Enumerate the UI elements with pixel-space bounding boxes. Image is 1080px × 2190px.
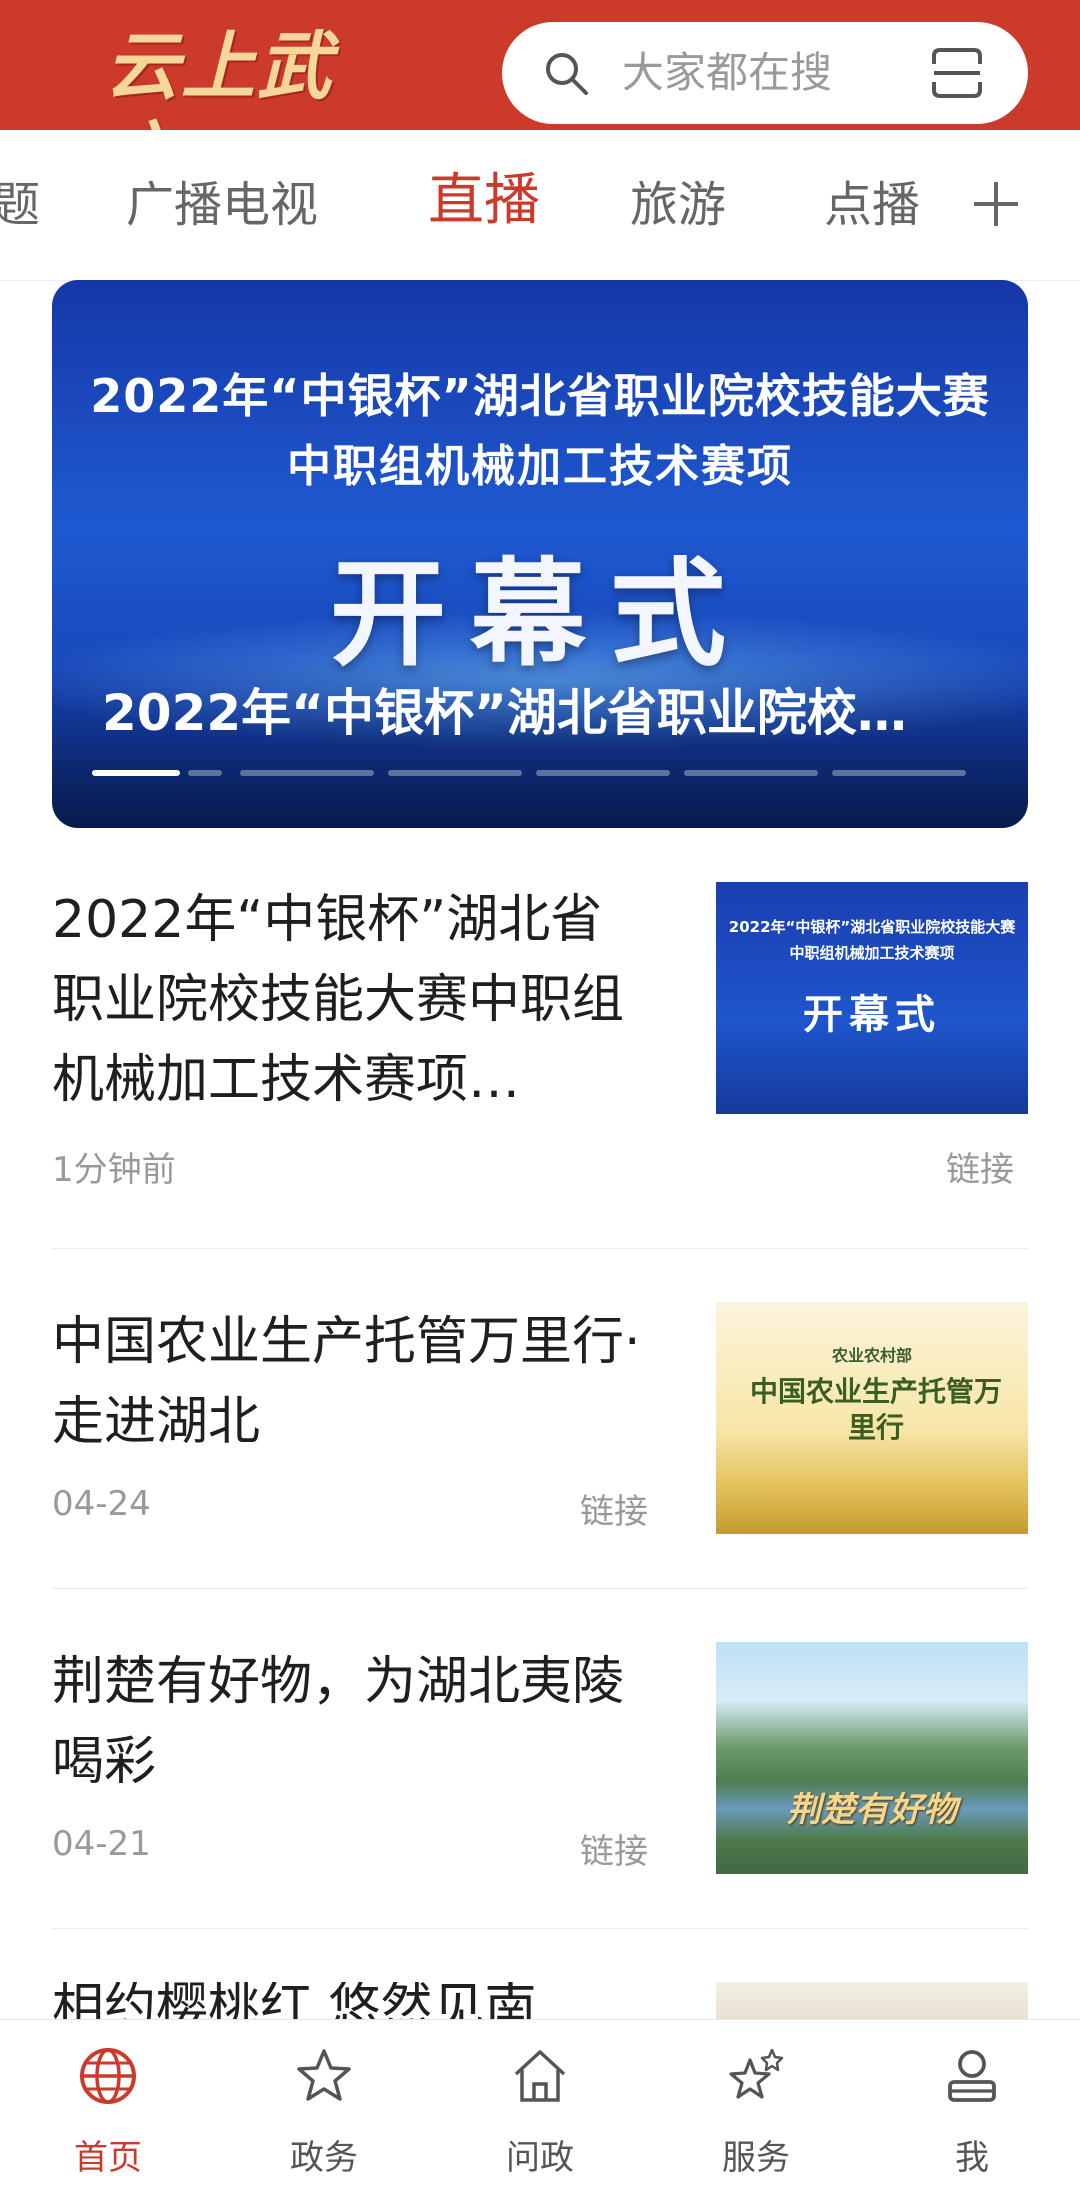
bottom-navigation: 首页 政务 问政 服务 我 — [0, 2019, 1080, 2190]
news-thumbnail: 农业农村部 中国农业生产托管万里行 — [716, 1302, 1028, 1534]
tab-topic[interactable]: 题 — [0, 172, 40, 238]
nav-label: 政务 — [290, 2138, 358, 2178]
search-bar[interactable]: 大家都在搜 — [502, 22, 1028, 124]
news-thumbnail: 荆楚有好物 — [716, 1642, 1028, 1874]
news-time: 04-24 — [52, 1484, 151, 1524]
featured-banner[interactable]: 2022年“中银杯”湖北省职业院校技能大赛 中职组机械加工技术赛项 开幕式 20… — [52, 280, 1028, 828]
nav-label: 首页 — [74, 2138, 142, 2178]
home-icon — [514, 2050, 566, 2102]
news-tag: 链接 — [580, 1492, 648, 1532]
news-item[interactable]: 相约樱桃红 悠然见南 — [52, 1982, 1028, 2019]
news-title: 中国农业生产托管万里行·走进湖北 — [52, 1312, 641, 1452]
thumb-subheadline: 中职组机械加工技术赛项 — [789, 944, 955, 962]
search-placeholder: 大家都在搜 — [622, 48, 833, 97]
banner-headline: 2022年“中银杯”湖北省职业院校技能大赛 — [90, 369, 990, 423]
carousel-dot[interactable] — [92, 770, 180, 776]
news-time: 1分钟前 — [52, 1150, 176, 1190]
thumb-headline: 2022年“中银杯”湖北省职业院校技能大赛 — [728, 918, 1016, 936]
nav-home[interactable]: 首页 — [0, 2020, 216, 2190]
news-title: 荆楚有好物，为湖北夷陵喝彩 — [52, 1652, 625, 1792]
news-time: 04-21 — [52, 1824, 151, 1864]
globe-icon — [80, 2048, 136, 2104]
app-header: 云上武穴 大家都在搜 — [0, 0, 1080, 200]
carousel-dot[interactable] — [240, 770, 374, 776]
search-icon — [546, 53, 588, 95]
thumb-title: 荆楚有好物 — [787, 1790, 957, 1830]
add-channel-icon[interactable] — [968, 176, 1024, 232]
news-item[interactable]: 中国农业生产托管万里行·走进湖北 农业农村部 中国农业生产托管万里行 04-24… — [52, 1302, 1028, 1542]
user-icon — [948, 2050, 996, 2102]
star-icon — [297, 2049, 351, 2101]
news-title: 2022年“中银杯”湖北省职业院校技能大赛中职组机械加工技术赛项… — [52, 890, 625, 1110]
tab-on-demand[interactable]: 点播 — [824, 172, 920, 238]
nav-profile[interactable]: 我 — [864, 2020, 1080, 2190]
carousel-dot[interactable] — [388, 770, 522, 776]
carousel-dot[interactable] — [684, 770, 818, 776]
nav-government[interactable]: 政务 — [216, 2020, 432, 2190]
carousel-dot[interactable] — [536, 770, 670, 776]
channel-tabs: 题 广播电视 直播 旅游 点播 — [0, 130, 1080, 281]
stars-icon — [729, 2048, 784, 2099]
banner-caption: 2022年“中银杯”湖北省职业院校… — [102, 684, 907, 742]
news-item[interactable]: 荆楚有好物，为湖北夷陵喝彩 荆楚有好物 04-21 链接 — [52, 1642, 1028, 1882]
scan-icon[interactable] — [930, 46, 984, 100]
app-logo: 云上武穴 — [105, 24, 333, 200]
carousel-dot[interactable] — [188, 770, 222, 776]
news-tag: 链接 — [946, 1150, 1014, 1190]
carousel-dot[interactable] — [832, 770, 966, 776]
divider — [52, 1588, 1028, 1589]
banner-subheadline: 中职组机械加工技术赛项 — [287, 441, 793, 492]
carousel-indicator — [92, 770, 992, 778]
thumb-org: 农业农村部 — [831, 1346, 912, 1365]
nav-label: 问政 — [506, 2138, 574, 2178]
news-item[interactable]: 2022年“中银杯”湖北省职业院校技能大赛中职组机械加工技术赛项… 2022年“… — [52, 880, 1028, 1200]
tab-broadcast-tv[interactable]: 广播电视 — [126, 172, 318, 238]
nav-label: 我 — [955, 2138, 989, 2178]
nav-service[interactable]: 服务 — [648, 2020, 864, 2190]
divider — [52, 1928, 1028, 1929]
nav-inquiry[interactable]: 问政 — [432, 2020, 648, 2190]
news-title: 相约樱桃红 悠然见南 — [52, 1982, 537, 2019]
thumb-big-text: 开幕式 — [803, 991, 941, 1038]
news-thumbnail — [716, 1982, 1028, 2019]
tab-travel[interactable]: 旅游 — [630, 172, 726, 238]
news-thumbnail: 2022年“中银杯”湖北省职业院校技能大赛 中职组机械加工技术赛项 开幕式 — [716, 882, 1028, 1114]
news-tag: 链接 — [580, 1832, 648, 1872]
nav-label: 服务 — [722, 2138, 790, 2178]
divider — [52, 1248, 1028, 1249]
thumb-title: 中国农业生产托管万里行 — [749, 1375, 1002, 1444]
tab-live[interactable]: 直播 — [428, 168, 540, 234]
